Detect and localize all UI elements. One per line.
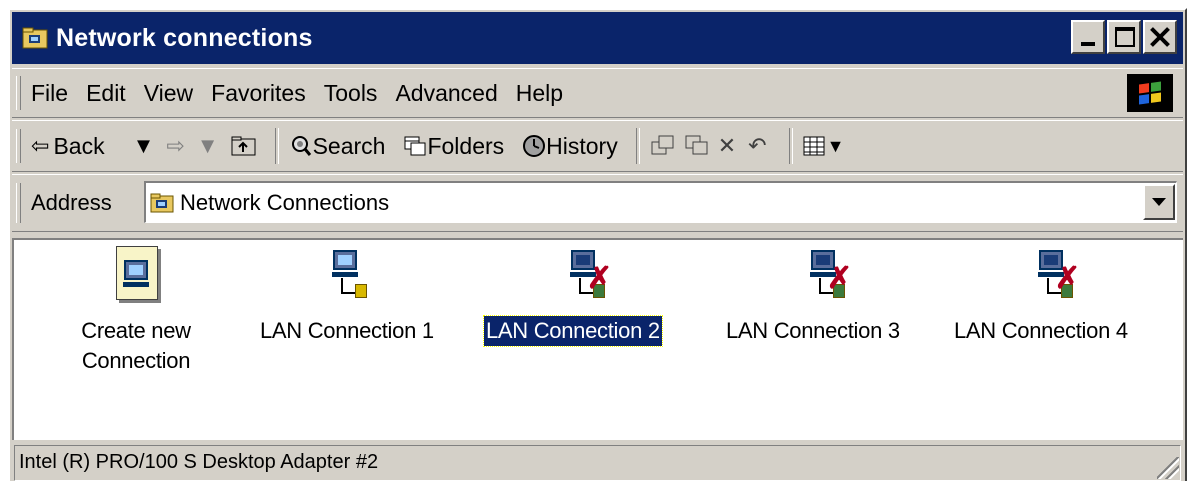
- item-label: LAN Connection 1: [260, 318, 434, 343]
- menu-bar: File Edit View Favorites Tools Advanced …: [12, 68, 1183, 118]
- resize-grip-icon[interactable]: [1157, 457, 1179, 479]
- folders-icon: [404, 136, 426, 156]
- menubar-grip[interactable]: [16, 76, 21, 110]
- dropdown-arrow-icon: ▼: [826, 135, 845, 156]
- back-button[interactable]: ⇦ Back: [31, 133, 105, 160]
- new-connection-icon: [100, 246, 172, 308]
- forward-button[interactable]: ⇨: [166, 133, 188, 159]
- history-button[interactable]: History: [522, 133, 618, 160]
- address-label: Address: [31, 190, 112, 215]
- delete-icon: ✕: [717, 133, 737, 158]
- address-dropdown-button[interactable]: [1143, 184, 1175, 220]
- menu-file[interactable]: File: [31, 80, 68, 107]
- item-label: Create new Connection: [81, 318, 191, 373]
- views-icon: [803, 136, 825, 156]
- move-to-icon: [651, 135, 674, 155]
- address-bar: Address Network Connections: [12, 174, 1183, 232]
- back-dropdown[interactable]: ▼: [133, 133, 159, 159]
- folder-network-icon[interactable]: [22, 26, 48, 50]
- undo-button[interactable]: ↶: [748, 133, 770, 159]
- lan-connected-icon: [311, 246, 383, 308]
- address-input[interactable]: Network Connections: [144, 181, 1177, 223]
- toolbar-separator: [274, 128, 279, 164]
- folders-button[interactable]: Folders: [403, 133, 504, 160]
- delete-button[interactable]: ✕: [718, 133, 740, 159]
- views-button[interactable]: ▼: [803, 136, 849, 157]
- copy-to-button[interactable]: [684, 134, 710, 158]
- window-controls: [1069, 20, 1177, 54]
- folder-network-icon: [150, 193, 174, 212]
- address-value: Network Connections: [180, 189, 390, 215]
- forward-arrow-icon: ⇨: [166, 133, 185, 158]
- toolbar-separator: [788, 128, 793, 164]
- list-item-lan-connection-1[interactable]: LAN Connection 1: [258, 246, 436, 346]
- forward-dropdown[interactable]: ▼: [197, 133, 223, 159]
- item-label: LAN Connection 2: [483, 315, 663, 347]
- back-arrow-icon: ⇦: [31, 133, 50, 158]
- lan-disconnected-icon: ✗: [777, 246, 852, 308]
- toolbar-separator: [635, 128, 640, 164]
- lan-disconnected-icon: ✗: [537, 246, 612, 308]
- item-label: LAN Connection 3: [726, 318, 900, 343]
- dropdown-arrow-icon: ▼: [132, 133, 155, 158]
- history-icon: [523, 135, 546, 157]
- search-icon: [291, 136, 311, 156]
- up-folder-button[interactable]: [231, 135, 257, 157]
- dropdown-arrow-icon: ▼: [196, 133, 219, 158]
- move-to-button[interactable]: [650, 134, 676, 158]
- status-bar: Intel (R) PRO/100 S Desktop Adapter #2: [12, 442, 1183, 483]
- back-label: Back: [53, 132, 105, 159]
- undo-icon: ↶: [748, 133, 767, 158]
- list-item-lan-connection-4[interactable]: ✗ LAN Connection 4: [952, 246, 1130, 346]
- maximize-button[interactable]: [1107, 20, 1141, 54]
- explorer-window: Network connections File Edit View Favor…: [8, 8, 1187, 481]
- menu-edit[interactable]: Edit: [86, 80, 126, 107]
- copy-to-icon: [685, 135, 708, 155]
- menu-view[interactable]: View: [144, 80, 193, 107]
- toolbar-grip[interactable]: [16, 129, 21, 163]
- lan-disconnected-icon: ✗: [1005, 246, 1080, 308]
- list-item-create-new-connection[interactable]: Create new Connection: [54, 246, 218, 376]
- list-item-lan-connection-2[interactable]: ✗ LAN Connection 2: [483, 246, 663, 347]
- standard-toolbar: ⇦ Back ▼ ⇨ ▼ Search Folders History ✕ ↶ …: [12, 120, 1183, 172]
- list-item-lan-connection-3[interactable]: ✗ LAN Connection 3: [724, 246, 902, 346]
- menu-advanced[interactable]: Advanced: [395, 80, 497, 107]
- window-title: Network connections: [56, 23, 313, 52]
- title-bar[interactable]: Network connections: [12, 12, 1183, 64]
- addressbar-grip[interactable]: [16, 183, 21, 223]
- close-button[interactable]: [1143, 20, 1177, 54]
- status-text: Intel (R) PRO/100 S Desktop Adapter #2: [14, 444, 1181, 481]
- history-label: History: [546, 132, 618, 159]
- search-label: Search: [312, 132, 386, 159]
- search-button[interactable]: Search: [289, 132, 386, 160]
- menu-favorites[interactable]: Favorites: [211, 80, 306, 107]
- menu-tools[interactable]: Tools: [324, 80, 378, 107]
- folders-label: Folders: [427, 132, 505, 159]
- menu-help[interactable]: Help: [516, 80, 563, 107]
- item-label: LAN Connection 4: [954, 318, 1128, 343]
- windows-logo-icon: [1127, 74, 1173, 112]
- up-folder-icon: [231, 136, 256, 156]
- file-list-view[interactable]: Create new Connection LAN Connection 1 ✗…: [12, 238, 1183, 440]
- minimize-button[interactable]: [1071, 20, 1105, 54]
